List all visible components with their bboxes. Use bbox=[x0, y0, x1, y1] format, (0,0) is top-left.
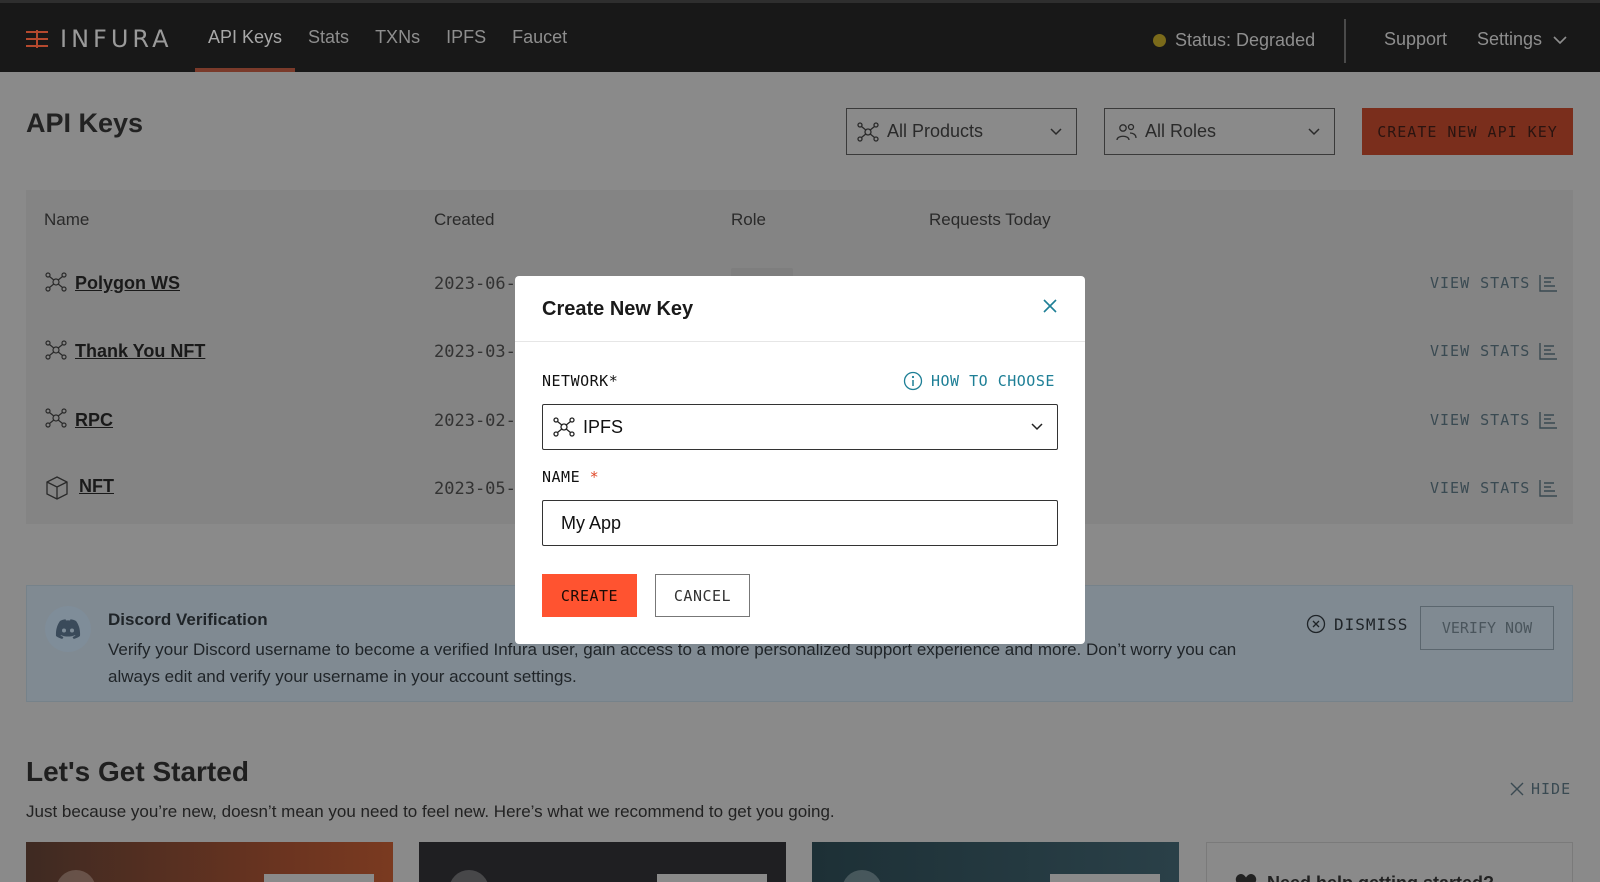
stats-icon bbox=[1539, 343, 1558, 360]
name-label-text: NAME bbox=[542, 468, 581, 486]
getting-started-card[interactable] bbox=[419, 842, 786, 882]
getting-started-title: Let's Get Started bbox=[26, 756, 249, 787]
infura-logo[interactable]: INFURA bbox=[26, 25, 173, 53]
discord-banner-title: Discord Verification bbox=[108, 610, 268, 629]
network-select-value: IPFS bbox=[583, 416, 624, 437]
key-name-link[interactable]: NFT bbox=[79, 476, 114, 497]
nav-api-keys[interactable]: API Keys bbox=[195, 3, 296, 72]
page-title: API Keys bbox=[26, 108, 144, 138]
key-name-link[interactable]: RPC bbox=[75, 410, 113, 431]
view-stats-link[interactable]: VIEW STATS bbox=[1430, 479, 1558, 497]
discord-banner-text: Verify your Discord username to become a… bbox=[108, 640, 1237, 686]
products-filter-label: All Products bbox=[887, 121, 984, 141]
view-stats-label: VIEW STATS bbox=[1430, 479, 1531, 497]
key-created-date: 2023-03- bbox=[434, 342, 516, 362]
hide-label: HIDE bbox=[1531, 780, 1572, 798]
stats-icon bbox=[1539, 412, 1558, 429]
heart-icon bbox=[1235, 874, 1257, 882]
chevron-down-icon bbox=[1553, 35, 1567, 44]
view-stats-label: VIEW STATS bbox=[1430, 342, 1531, 360]
key-created-date: 2023-02- bbox=[434, 411, 516, 431]
status-text: Status: Degraded bbox=[1175, 30, 1316, 50]
settings-label: Settings bbox=[1477, 29, 1543, 49]
view-stats-label: VIEW STATS bbox=[1430, 411, 1531, 429]
card-icon bbox=[449, 870, 489, 882]
how-to-choose-link[interactable]: HOW TO CHOOSE bbox=[903, 371, 1055, 391]
nav-support[interactable]: Support bbox=[1384, 29, 1447, 50]
verify-now-button[interactable]: VERIFY NOW bbox=[1420, 606, 1554, 650]
roles-filter[interactable]: All Roles bbox=[1104, 108, 1335, 155]
dismiss-label: DISMISS bbox=[1334, 614, 1409, 634]
brand-name: INFURA bbox=[60, 25, 173, 53]
nav-ipfs[interactable]: IPFS bbox=[433, 3, 499, 72]
stats-icon bbox=[1539, 480, 1558, 497]
status-dot-icon bbox=[1153, 34, 1166, 47]
network-select[interactable]: IPFS bbox=[542, 404, 1058, 450]
view-stats-label: VIEW STATS bbox=[1430, 274, 1531, 292]
products-filter[interactable]: All Products bbox=[846, 108, 1077, 155]
network-label: NETWORK* bbox=[542, 372, 619, 390]
cancel-button[interactable]: CANCEL bbox=[655, 574, 750, 617]
getting-started-subtitle: Just because you’re new, doesn’t mean yo… bbox=[26, 802, 835, 821]
required-asterisk: * bbox=[589, 468, 600, 486]
key-created-date: 2023-05- bbox=[434, 479, 516, 499]
infura-logo-icon bbox=[26, 28, 48, 50]
col-header-name: Name bbox=[44, 210, 90, 229]
card-tag bbox=[657, 874, 767, 882]
close-icon[interactable] bbox=[1042, 298, 1058, 314]
chevron-down-icon bbox=[1308, 128, 1320, 136]
info-icon bbox=[903, 371, 923, 391]
users-icon bbox=[1116, 123, 1137, 140]
nav-faucet[interactable]: Faucet bbox=[499, 3, 580, 72]
chevron-down-icon bbox=[1050, 128, 1062, 136]
card-tag bbox=[264, 874, 374, 882]
roles-filter-label: All Roles bbox=[1145, 121, 1217, 141]
modal-header: Create New Key bbox=[515, 276, 1085, 342]
key-name-link[interactable]: Thank You NFT bbox=[75, 341, 205, 362]
how-to-choose-label: HOW TO CHOOSE bbox=[931, 372, 1055, 390]
card-tag bbox=[1050, 874, 1160, 882]
create-new-key-modal: Create New Key NETWORK* HOW TO CHOOSE IP… bbox=[515, 276, 1085, 644]
col-header-role: Role bbox=[731, 210, 766, 229]
card-icon bbox=[842, 870, 882, 882]
view-stats-link[interactable]: VIEW STATS bbox=[1430, 342, 1558, 360]
cube-icon bbox=[46, 476, 68, 500]
nav-settings[interactable]: Settings bbox=[1477, 29, 1570, 50]
col-header-created: Created bbox=[434, 210, 495, 229]
nav-txns[interactable]: TXNs bbox=[362, 3, 433, 72]
hide-button[interactable]: HIDE bbox=[1509, 780, 1571, 798]
getting-started-card[interactable] bbox=[26, 842, 393, 882]
help-card[interactable]: Need help getting started? bbox=[1206, 842, 1573, 882]
status-indicator[interactable]: Status: Degraded bbox=[1153, 30, 1315, 51]
stats-icon bbox=[1539, 275, 1558, 292]
key-name-link[interactable]: Polygon WS bbox=[75, 273, 180, 294]
close-circle-icon bbox=[1306, 614, 1326, 634]
network-icon bbox=[45, 340, 67, 360]
create-button[interactable]: CREATE bbox=[542, 574, 637, 617]
network-icon bbox=[45, 408, 67, 428]
nav-stats[interactable]: Stats bbox=[295, 3, 362, 72]
chevron-down-icon bbox=[1031, 423, 1043, 431]
network-icon bbox=[857, 121, 879, 142]
discord-icon bbox=[45, 606, 91, 652]
getting-started-card[interactable] bbox=[812, 842, 1179, 882]
network-icon bbox=[45, 272, 67, 292]
card-icon bbox=[56, 870, 96, 882]
name-label: NAME * bbox=[542, 468, 599, 486]
nav-divider bbox=[1344, 19, 1346, 63]
close-icon bbox=[1510, 782, 1524, 796]
help-card-title: Need help getting started? bbox=[1267, 873, 1494, 882]
col-header-requests: Requests Today bbox=[929, 210, 1051, 229]
view-stats-link[interactable]: VIEW STATS bbox=[1430, 411, 1558, 429]
dismiss-button[interactable]: DISMISS bbox=[1306, 614, 1408, 634]
key-name-input[interactable]: My App bbox=[542, 500, 1058, 546]
network-icon bbox=[553, 417, 575, 437]
modal-title: Create New Key bbox=[542, 298, 694, 320]
create-new-api-key-button[interactable]: CREATE NEW API KEY bbox=[1362, 108, 1573, 155]
nav-links: API Keys Stats TXNs IPFS Faucet bbox=[195, 3, 580, 72]
top-nav: INFURA API Keys Stats TXNs IPFS Faucet S… bbox=[0, 0, 1600, 72]
key-created-date: 2023-06- bbox=[434, 274, 516, 294]
view-stats-link[interactable]: VIEW STATS bbox=[1430, 274, 1558, 292]
